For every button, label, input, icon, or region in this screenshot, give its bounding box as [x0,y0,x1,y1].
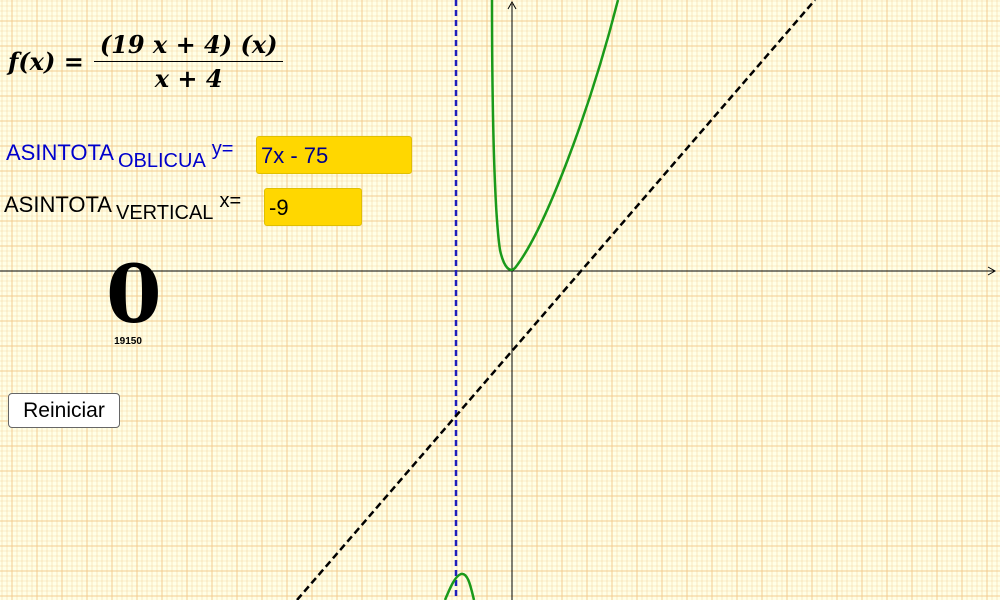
reset-button[interactable]: Reiniciar [8,393,120,428]
vertical-subscript: VERTICAL [115,202,214,224]
oblique-title: ASINTOTA [6,140,114,165]
score-value: 0 [106,247,162,341]
oblique-answer-field[interactable]: 7x - 75 [256,136,412,174]
formula-lhs: f(x) = [8,46,84,76]
formula-fraction: (19 x + 4) (x) x + 4 [93,30,284,93]
formula-denominator: x + 4 [154,63,223,93]
vertical-answer-field[interactable]: -9 [264,188,362,226]
exercise-code: 19150 [114,336,142,347]
formula-numerator: (19 x + 4) (x) [93,30,284,62]
oblique-asymptote-label: ASINTOTA OBLICUA y= [6,138,234,172]
vertical-eq-label: x= [219,190,242,212]
oblique-subscript: OBLICUA [117,150,206,172]
vertical-title: ASINTOTA [4,192,112,217]
function-curve-right-branch [490,0,620,272]
oblique-eq-label: y= [211,138,234,160]
vertical-asymptote-label: ASINTOTA VERTICAL x= [4,190,242,224]
function-formula: f(x) = (19 x + 4) (x) x + 4 [8,26,284,96]
